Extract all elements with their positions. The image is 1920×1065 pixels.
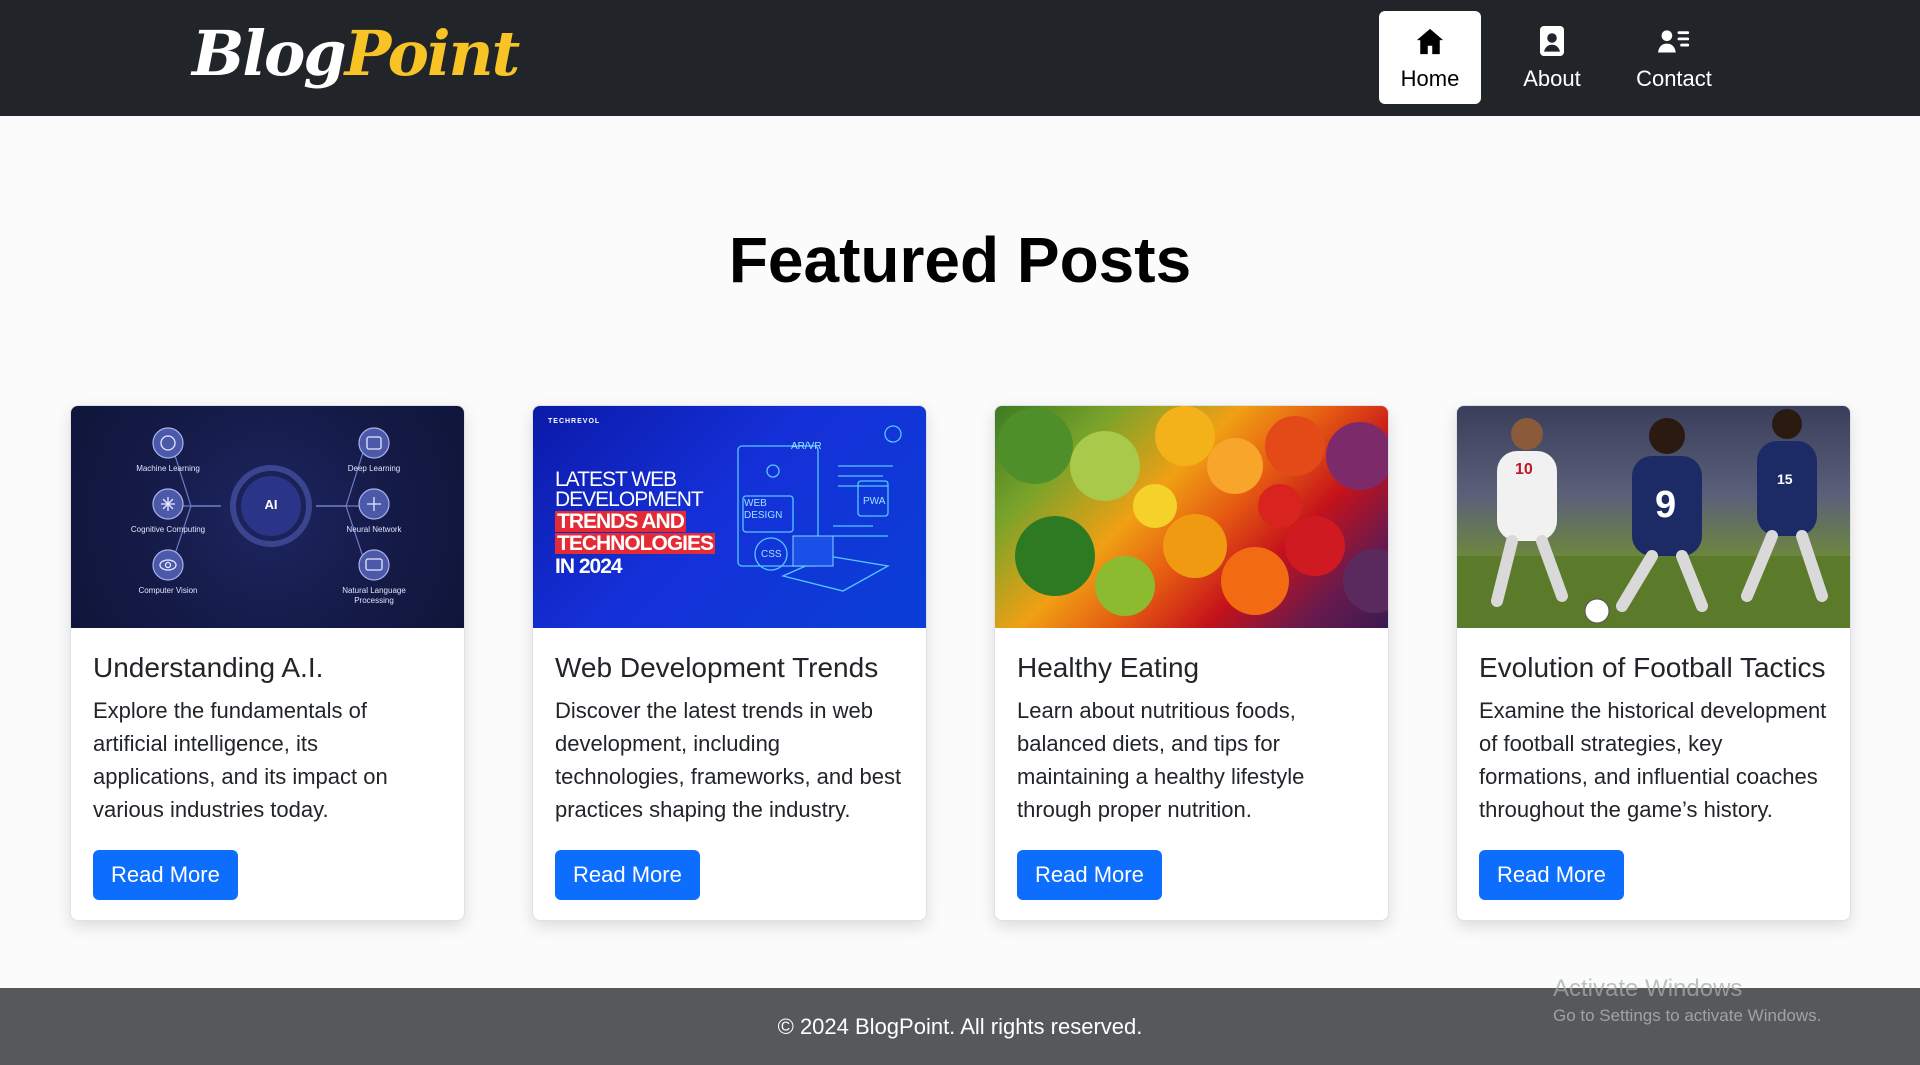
person-badge-icon	[1536, 24, 1568, 58]
read-more-button[interactable]: Read More	[93, 850, 238, 900]
ai-diagram-center: AI	[264, 497, 278, 512]
football-post-image: 10 9 15	[1457, 406, 1850, 628]
nav-about-label: About	[1523, 65, 1581, 91]
ai-label-deep-learning: Deep Learning	[347, 464, 401, 473]
ai-label-neural-network: Neural Network	[346, 525, 402, 534]
post-excerpt: Discover the latest trends in web develo…	[555, 698, 902, 822]
jersey-number-15: 15	[1777, 471, 1793, 487]
ai-label-computer-vision: Computer Vision	[138, 586, 198, 595]
person-lines-icon	[1658, 24, 1690, 58]
brand-logo-part1: Blog	[192, 17, 347, 90]
read-more-button[interactable]: Read More	[1479, 850, 1624, 900]
webdev-image-line1: LATEST WEB	[555, 468, 677, 491]
post-excerpt: Explore the fundamentals of artificial i…	[93, 698, 388, 822]
webdev-post-image: TECHREVOL LATEST WEB DEVELOPMENT TRENDS …	[533, 406, 926, 628]
post-title: Web Development Trends	[555, 652, 879, 683]
home-icon	[1414, 24, 1446, 58]
nav-home[interactable]: Home	[1379, 11, 1481, 104]
post-card-ai: AI Machine Learning Deep Learning Cognit…	[70, 405, 465, 921]
nav-home-label: Home	[1400, 65, 1460, 91]
webdev-tag-arvr: AR/VR	[791, 441, 822, 452]
nav-about[interactable]: About	[1501, 11, 1603, 104]
jersey-number-10: 10	[1515, 461, 1533, 478]
read-more-button[interactable]: Read More	[555, 850, 700, 900]
ai-post-image: AI Machine Learning Deep Learning Cognit…	[71, 406, 464, 628]
webdev-image-line5: IN 2024	[555, 555, 623, 578]
webdev-image-line4: TECHNOLOGIES	[555, 532, 716, 555]
webdev-image-line2: DEVELOPMENT	[555, 488, 704, 511]
ai-label-cognitive-computing: Cognitive Computing	[130, 525, 206, 534]
page-title: Featured Posts	[728, 224, 1192, 296]
post-excerpt: Learn about nutritious foods, balanced d…	[1017, 698, 1305, 822]
webdev-tag-pwa: PWA	[863, 496, 886, 507]
post-title: Evolution of Football Tactics	[1479, 652, 1826, 683]
post-title: Healthy Eating	[1017, 652, 1200, 683]
post-card-football: 10 9 15 Evolution of Football Tactics Ex…	[1456, 405, 1851, 921]
post-card-healthy-eating: Healthy Eating Learn about nutritious fo…	[994, 405, 1389, 921]
nav-contact-label: Contact	[1636, 65, 1712, 91]
ai-label-machine-learning: Machine Learning	[136, 464, 200, 473]
navbar: BlogPoint Home About Contact	[0, 0, 1920, 116]
webdev-tag-css: CSS	[761, 549, 782, 560]
vegetables-post-image	[995, 406, 1388, 628]
post-card-webdev: TECHREVOL LATEST WEB DEVELOPMENT TRENDS …	[532, 405, 927, 921]
webdev-image-brand: TECHREVOL	[548, 418, 601, 425]
read-more-button[interactable]: Read More	[1017, 850, 1162, 900]
brand-logo[interactable]: BlogPoint	[192, 14, 521, 94]
post-excerpt: Examine the historical development of fo…	[1479, 698, 1827, 822]
brand-logo-part2: Point	[344, 17, 521, 90]
windows-watermark-title: Activate Windows	[1553, 975, 1743, 1002]
webdev-image-line3: TRENDS AND	[555, 510, 686, 533]
webdev-tag-webdesign: WEB DESIGN	[744, 498, 783, 521]
ai-label-nlp: Natural Language Processing	[342, 586, 406, 605]
jersey-number-9: 9	[1655, 484, 1677, 526]
nav-contact[interactable]: Contact	[1623, 11, 1725, 104]
windows-watermark-subtitle: Go to Settings to activate Windows.	[1553, 1006, 1822, 1025]
main-nav: Home About Contact	[1379, 11, 1745, 104]
post-title: Understanding A.I.	[93, 652, 324, 683]
